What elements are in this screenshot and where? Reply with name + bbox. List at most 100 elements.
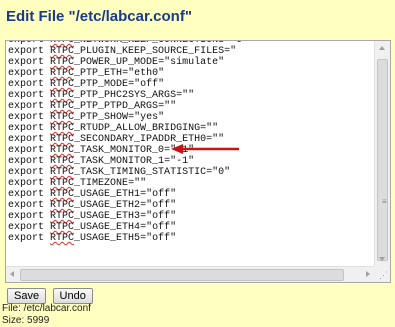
editor-line: export RTPC_PLUGIN_KEEP_SOURCE_FILES=" xyxy=(8,46,248,57)
line-variable: RTPC_TASK_MONITOR_0 xyxy=(50,145,164,156)
line-variable-suffix: _PLUGIN_KEEP_SOURCE_FILES xyxy=(74,46,225,57)
spellcheck-mark: RTPC xyxy=(50,134,75,145)
spellcheck-mark: RTPC xyxy=(50,178,75,189)
line-variable-suffix: _POWER_UP_MODE xyxy=(74,57,159,68)
spellcheck-mark: RTPC xyxy=(50,57,75,68)
editor-line: export RTPC_RTUDP_ALLOW_BRIDGING="" xyxy=(8,123,248,134)
line-variable-suffix: _TASK_MONITOR_1 xyxy=(74,156,165,167)
line-keyword: export xyxy=(8,211,45,222)
line-keyword: export xyxy=(8,57,45,68)
line-keyword: export xyxy=(8,68,45,79)
line-variable-suffix: _RTUDP_ALLOW_BRIDGING xyxy=(74,123,201,134)
vertical-scrollbar[interactable]: ≡ xyxy=(374,41,390,266)
line-variable: RTPC_USAGE_ETH4 xyxy=(50,222,140,233)
line-value: ="simulate" xyxy=(158,57,225,68)
line-variable: RTPC_TASK_MONITOR_1 xyxy=(50,156,164,167)
resize-grip-icon[interactable]: ⋰ xyxy=(379,270,388,281)
spellcheck-mark: RTPC xyxy=(50,167,75,178)
spellcheck-mark: RTPC xyxy=(50,123,75,134)
line-variable-suffix: _PTP_PHC2SYS_ARGS xyxy=(74,90,177,101)
line-variable-suffix: _TASK_MONITOR_0 xyxy=(74,145,165,156)
line-keyword: export xyxy=(8,134,45,145)
line-variable: RTPC_PLUGIN_KEEP_SOURCE_FILES xyxy=(50,46,224,57)
line-value: ="off" xyxy=(140,211,177,222)
vertical-scroll-thumb[interactable]: ≡ xyxy=(377,59,388,261)
line-value: ="off" xyxy=(140,233,177,244)
line-value: ="off" xyxy=(128,79,165,90)
editor-line: export RTPC_PTP_PHC2SYS_ARGS="" xyxy=(8,90,248,101)
line-variable: RTPC_USAGE_ETH1 xyxy=(50,189,140,200)
spellcheck-mark: RTPC xyxy=(50,233,75,244)
file-path-label: File: /etc/labcar.conf xyxy=(2,303,91,314)
scroll-right-icon[interactable] xyxy=(366,271,370,277)
spellcheck-mark: RTPC xyxy=(50,189,75,200)
undo-button[interactable]: Undo xyxy=(52,288,93,304)
line-value: ="" xyxy=(200,123,219,134)
line-keyword: export xyxy=(8,167,45,178)
line-value: =" xyxy=(224,46,237,57)
line-variable-suffix: _TASK_TIMING_STATISTIC xyxy=(74,167,207,178)
save-button[interactable]: Save xyxy=(7,288,47,304)
line-variable: RTPC_PTP_ETH xyxy=(50,68,122,79)
line-value: ="-1" xyxy=(164,156,195,167)
spellcheck-mark: RTPC xyxy=(50,101,75,112)
line-value: ="" xyxy=(128,178,147,189)
scroll-up-icon[interactable] xyxy=(379,46,385,50)
editor-line: export RTPC_PTP_SHOW="yes" xyxy=(8,112,248,123)
spellcheck-mark: RTPC xyxy=(50,200,75,211)
line-keyword: export xyxy=(8,112,45,123)
editor-line: export RTPC_PTP_PTPD_ARGS="" xyxy=(8,101,248,112)
page-title: Edit File "/etc/labcar.conf" xyxy=(6,8,192,25)
line-variable-suffix: _PTP_ETH xyxy=(74,68,123,79)
line-keyword: export xyxy=(8,145,45,156)
spellcheck-mark: RTPC xyxy=(50,90,75,101)
line-value: ="off" xyxy=(140,200,177,211)
line-keyword: export xyxy=(8,233,45,244)
spellcheck-mark: RTPC xyxy=(50,156,75,167)
button-bar: Save Undo xyxy=(7,286,95,304)
file-size-label: Size: 5999 xyxy=(2,315,50,326)
line-variable-suffix: _USAGE_ETH5 xyxy=(74,233,141,244)
line-variable: RTPC_POWER_UP_MODE xyxy=(50,57,158,68)
horizontal-scrollbar[interactable] xyxy=(6,266,374,282)
spellcheck-mark: RTPC xyxy=(50,68,75,79)
annotation-arrow-icon xyxy=(171,144,239,154)
line-variable-suffix: _PTP_SHOW xyxy=(74,112,129,123)
line-variable: RTPC_TIMEZONE xyxy=(50,178,128,189)
resize-corner[interactable]: ⋰ xyxy=(374,266,390,282)
editor-line: export RTPC_USAGE_ETH1="off" xyxy=(8,189,248,200)
line-variable: RTPC_USAGE_ETH2 xyxy=(50,200,140,211)
grip-icon: ≡ xyxy=(382,197,387,206)
scroll-left-icon[interactable] xyxy=(10,271,14,277)
editor-line: export RTPC_USAGE_ETH2="off" xyxy=(8,200,248,211)
spellcheck-mark: RTPC xyxy=(50,46,75,57)
horizontal-scroll-thumb[interactable] xyxy=(20,269,344,281)
line-value: ="" xyxy=(176,90,195,101)
line-variable: RTPC_PTP_PHC2SYS_ARGS xyxy=(50,90,176,101)
line-variable-suffix: _USAGE_ETH1 xyxy=(74,189,141,200)
line-value: ="off" xyxy=(140,189,177,200)
editor-line: export RTPC_PTP_MODE="off" xyxy=(8,79,248,90)
line-variable: RTPC_TASK_TIMING_STATISTIC xyxy=(50,167,206,178)
line-keyword: export xyxy=(8,156,45,167)
editor-line: export RTPC_PTP_ETH="eth0" xyxy=(8,68,248,79)
line-variable: RTPC_PTP_MODE xyxy=(50,79,128,90)
line-value: ="" xyxy=(158,101,177,112)
spellcheck-mark: RTPC xyxy=(50,211,75,222)
line-variable-suffix: _TIMEZONE xyxy=(74,178,129,189)
scroll-down-icon[interactable] xyxy=(379,257,385,261)
file-editor[interactable]: export RTPC_NETWORK_KEEP_CONNECTIONS="0"… xyxy=(5,40,391,283)
line-variable: RTPC_RTUDP_ALLOW_BRIDGING xyxy=(50,123,200,134)
line-variable-suffix: _USAGE_ETH3 xyxy=(74,211,141,222)
editor-line: export RTPC_USAGE_ETH3="off" xyxy=(8,211,248,222)
line-variable-suffix: _PTP_MODE xyxy=(74,79,129,90)
spellcheck-mark: RTPC xyxy=(50,222,75,233)
editor-line: export RTPC_POWER_UP_MODE="simulate" xyxy=(8,57,248,68)
line-variable: RTPC_USAGE_ETH5 xyxy=(50,233,140,244)
line-variable: RTPC_PTP_SHOW xyxy=(50,112,128,123)
line-keyword: export xyxy=(8,90,45,101)
line-variable: RTPC_USAGE_ETH3 xyxy=(50,211,140,222)
editor-line: export RTPC_TASK_TIMING_STATISTIC="0" xyxy=(8,167,248,178)
line-variable-suffix: _USAGE_ETH4 xyxy=(74,222,141,233)
line-value: ="eth0" xyxy=(122,68,165,79)
